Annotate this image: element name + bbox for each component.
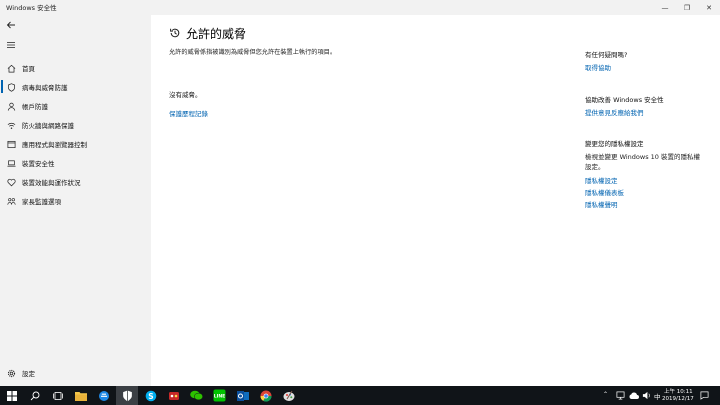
sidebar-item-label: 首頁	[22, 65, 35, 73]
taskbar-file-explorer[interactable]	[73, 388, 88, 403]
improve-heading: 協助改善 Windows 安全性	[585, 96, 664, 104]
privacy-description: 檢視並變更 Windows 10 裝置的隱私權設定。	[585, 153, 700, 171]
edge-icon	[98, 390, 109, 401]
taskbar: S LINE ⌃ 中 上午 10:11 2019/12/17	[0, 386, 720, 405]
sidebar-item-label: 設定	[22, 370, 35, 378]
sidebar-item-label: 裝置安全性	[22, 160, 55, 168]
sidebar-item-device-health[interactable]: 裝置效能與運作狀況	[0, 173, 151, 191]
taskbar-chrome[interactable]	[258, 388, 273, 403]
feedback-link[interactable]: 提供意見反應給我們	[585, 107, 644, 117]
taskbar-paint-app[interactable]	[281, 388, 296, 403]
taskbar-outlook[interactable]	[235, 388, 250, 403]
tray-chevron-icon[interactable]: ⌃	[603, 391, 608, 398]
clock-time[interactable]: 上午 10:11	[664, 387, 693, 395]
task-view-icon	[52, 391, 63, 400]
page-description: 允許的威脅係指被識別為威脅但您允許在裝置上執行的項目。	[169, 49, 337, 56]
protection-history-link[interactable]: 保護歷程記錄	[169, 108, 208, 118]
family-icon	[6, 196, 16, 206]
sidebar-item-account[interactable]: 帳戶防護	[0, 97, 151, 115]
title-bar: Windows 安全性 — ❐ ✕	[0, 0, 720, 15]
sidebar-item-label: 家長監護選項	[22, 198, 61, 206]
wechat-icon	[190, 390, 203, 401]
svg-text:S: S	[148, 391, 153, 400]
taskbar-edge[interactable]	[96, 388, 111, 403]
minimize-button[interactable]: —	[654, 0, 676, 15]
taskbar-wechat[interactable]	[189, 388, 204, 403]
volume-icon[interactable]	[642, 391, 651, 400]
paint-icon	[283, 390, 294, 401]
chrome-icon	[259, 390, 272, 402]
get-help-link[interactable]: 取得協助	[585, 62, 611, 72]
laptop-icon	[6, 158, 16, 168]
taskbar-windows-security[interactable]	[120, 388, 135, 403]
page-title: 允許的威脅	[186, 27, 247, 41]
privacy-statement-link[interactable]: 隱私權聲明	[585, 199, 618, 209]
game-app-icon	[168, 391, 179, 400]
clock-date[interactable]: 2019/12/17	[662, 396, 694, 402]
sidebar-item-app-browser[interactable]: 應用程式與瀏覽器控制	[0, 135, 151, 153]
sidebar-item-device-security[interactable]: 裝置安全性	[0, 154, 151, 172]
sidebar-item-home[interactable]: 首頁	[0, 59, 151, 77]
restore-button[interactable]: ❐	[676, 0, 698, 15]
shield-icon	[6, 82, 16, 92]
question-heading: 有任何疑問嗎?	[585, 51, 628, 59]
home-icon	[6, 63, 16, 73]
sidebar-item-settings[interactable]: 設定	[0, 364, 151, 382]
app-window-icon	[6, 139, 16, 149]
sidebar-item-virus-protection[interactable]: 病毒與威脅防護	[0, 78, 151, 96]
close-button[interactable]: ✕	[698, 0, 720, 15]
status-text: 沒有威脅。	[169, 91, 202, 99]
sidebar-item-family[interactable]: 家長監護選項	[0, 192, 151, 210]
sidebar-item-firewall[interactable]: 防火牆與網路保護	[0, 116, 151, 134]
svg-text:LINE: LINE	[214, 394, 226, 400]
sidebar-item-label: 應用程式與瀏覽器控制	[22, 141, 87, 149]
taskbar-line[interactable]: LINE	[212, 388, 227, 403]
sidebar-item-label: 病毒與威脅防護	[22, 84, 68, 92]
window-title: Windows 安全性	[6, 4, 57, 12]
sidebar-item-label: 防火牆與網路保護	[22, 122, 74, 130]
privacy-dashboard-link[interactable]: 隱私權儀表板	[585, 187, 624, 197]
network-icon[interactable]	[616, 391, 625, 400]
history-icon	[170, 28, 180, 38]
person-icon	[6, 101, 16, 111]
taskbar-skype[interactable]: S	[143, 388, 158, 403]
sidebar-item-label: 帳戶防護	[22, 103, 48, 111]
search-button[interactable]	[27, 388, 42, 403]
cloud-icon[interactable]	[629, 391, 639, 400]
hamburger-icon	[7, 42, 15, 48]
start-button[interactable]	[4, 388, 19, 403]
ime-indicator[interactable]: 中	[654, 391, 661, 401]
back-button[interactable]	[4, 18, 18, 32]
sidebar-item-label: 裝置效能與運作狀況	[22, 179, 81, 187]
search-icon	[30, 391, 39, 400]
taskbar-game-app[interactable]	[166, 388, 181, 403]
privacy-heading: 變更您的隱私權設定	[585, 140, 644, 148]
folder-icon	[74, 391, 87, 401]
menu-button[interactable]	[4, 38, 18, 52]
notification-icon[interactable]	[700, 391, 709, 400]
shield-icon	[123, 390, 132, 401]
task-view-button[interactable]	[50, 388, 65, 403]
outlook-icon	[236, 390, 249, 401]
back-arrow-icon	[6, 21, 15, 29]
privacy-settings-link[interactable]: 隱私權設定	[585, 175, 618, 185]
wifi-icon	[6, 120, 16, 130]
line-icon: LINE	[213, 389, 226, 402]
sidebar: 首頁 病毒與威脅防護 帳戶防護 防火牆與網路保護 應用程式與瀏覽器控制 裝置安全…	[0, 15, 151, 386]
skype-icon: S	[145, 390, 156, 401]
windows-logo-icon	[6, 390, 17, 401]
heart-icon	[6, 177, 16, 187]
gear-icon	[6, 368, 16, 378]
